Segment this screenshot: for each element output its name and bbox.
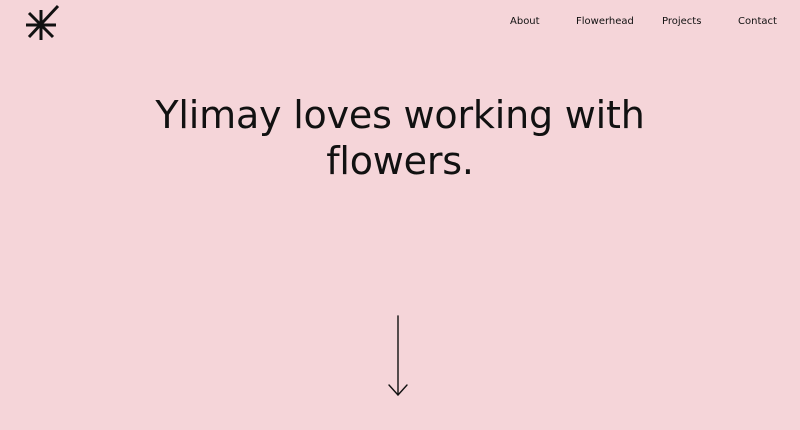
nav-link-projects[interactable]: Projects	[662, 15, 701, 29]
nav-link-about[interactable]: About	[510, 15, 540, 29]
nav-link-flowerhead[interactable]: Flowerhead	[576, 15, 634, 29]
nav-link-contact[interactable]: Contact	[738, 15, 777, 29]
hero-heading: Ylimay loves working with flowers.	[0, 92, 800, 184]
hero-heading-line-1: Ylimay loves working with	[155, 93, 645, 137]
hero-heading-line-2: flowers.	[326, 139, 474, 183]
arrow-down-icon[interactable]	[387, 314, 409, 398]
main-nav: About Flowerhead Projects Contact	[0, 15, 800, 31]
